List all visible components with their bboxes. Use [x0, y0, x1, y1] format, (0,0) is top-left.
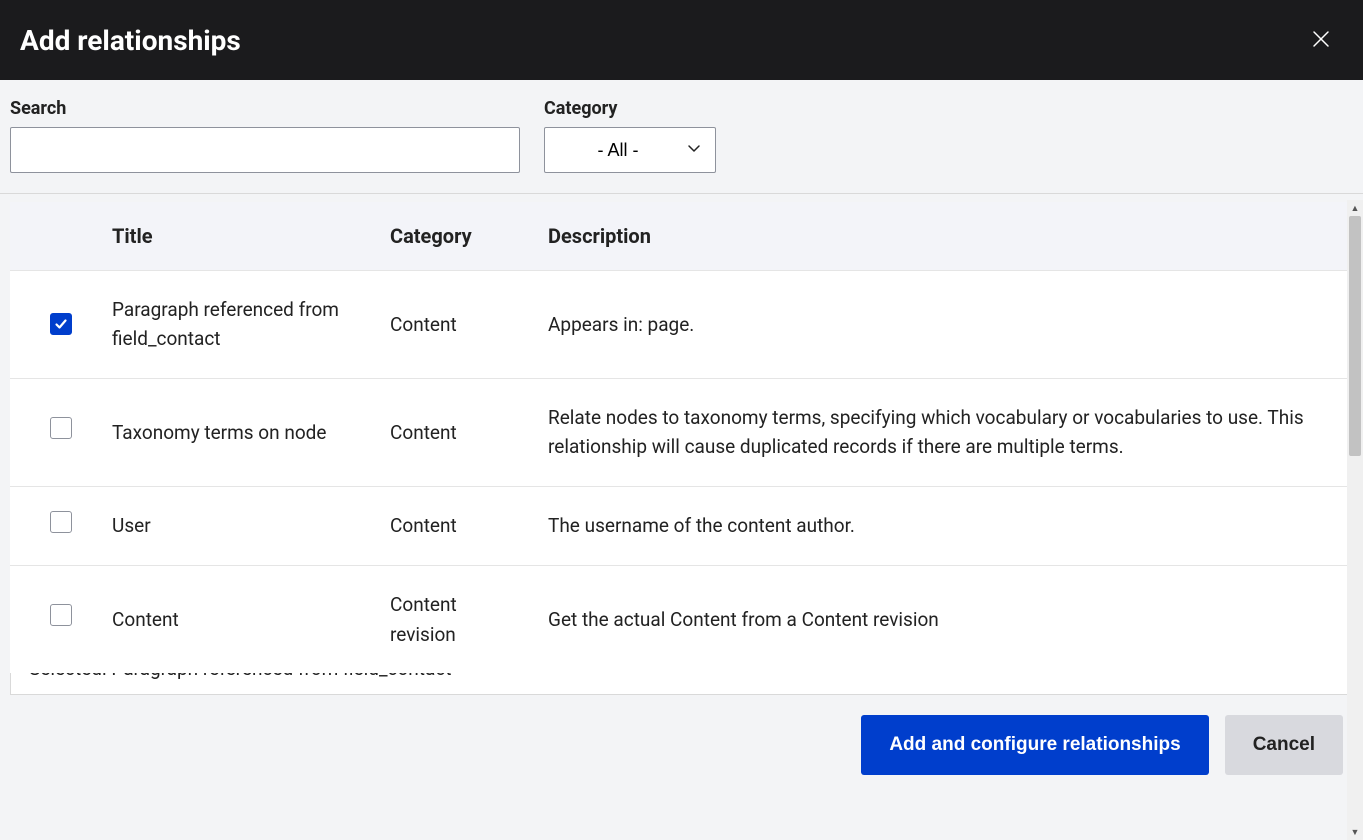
row-title: User: [96, 486, 374, 565]
cancel-button[interactable]: Cancel: [1225, 715, 1343, 775]
add-configure-button[interactable]: Add and configure relationships: [861, 715, 1208, 775]
checkbox-cell: [10, 566, 96, 673]
row-category: Content: [374, 486, 532, 565]
col-header-category: Category: [374, 202, 532, 271]
relationships-table: Title Category Description Paragraph ref…: [10, 202, 1353, 673]
category-select[interactable]: - All -: [544, 127, 716, 173]
table-row[interactable]: Taxonomy terms on nodeContentRelate node…: [10, 378, 1353, 486]
dialog-title: Add relationships: [20, 24, 241, 57]
search-label: Search: [10, 98, 520, 119]
search-input[interactable]: [10, 127, 520, 173]
scroll-up-arrow[interactable]: ▲: [1347, 200, 1363, 216]
category-filter: Category - All -: [544, 98, 716, 173]
row-title: Paragraph referenced from field_contact: [96, 271, 374, 379]
row-description: Get the actual Content from a Content re…: [532, 566, 1353, 673]
row-checkbox[interactable]: [50, 511, 72, 533]
checkbox-cell: [10, 271, 96, 379]
close-button[interactable]: [1303, 21, 1339, 60]
row-category: Content: [374, 271, 532, 379]
search-filter: Search: [10, 98, 520, 173]
filters-bar: Search Category - All -: [0, 80, 1363, 194]
row-checkbox[interactable]: [50, 417, 72, 439]
scroll-down-arrow[interactable]: ▼: [1347, 824, 1363, 840]
table-container: Title Category Description Paragraph ref…: [0, 194, 1363, 634]
col-header-description: Description: [532, 202, 1353, 271]
category-label: Category: [544, 98, 716, 119]
table-row[interactable]: UserContentThe username of the content a…: [10, 486, 1353, 565]
row-checkbox[interactable]: [50, 313, 72, 335]
close-icon: [1311, 37, 1331, 52]
checkbox-cell: [10, 486, 96, 565]
checkbox-cell: [10, 378, 96, 486]
row-category: Content: [374, 378, 532, 486]
dialog-actions: Add and configure relationships Cancel: [0, 695, 1363, 795]
row-checkbox[interactable]: [50, 604, 72, 626]
col-header-checkbox: [10, 202, 96, 271]
row-title: Taxonomy terms on node: [96, 378, 374, 486]
table-row[interactable]: ContentContent revisionGet the actual Co…: [10, 566, 1353, 673]
row-description: The username of the content author.: [532, 486, 1353, 565]
scroll-track[interactable]: [1347, 216, 1363, 824]
col-header-title: Title: [96, 202, 374, 271]
row-description: Appears in: page.: [532, 271, 1353, 379]
row-title: Content: [96, 566, 374, 673]
scrollbar[interactable]: ▲ ▼: [1347, 200, 1363, 840]
dialog-header: Add relationships: [0, 0, 1363, 80]
scroll-thumb[interactable]: [1349, 216, 1361, 456]
row-category: Content revision: [374, 566, 532, 673]
row-description: Relate nodes to taxonomy terms, specifyi…: [532, 378, 1353, 486]
table-row[interactable]: Paragraph referenced from field_contactC…: [10, 271, 1353, 379]
